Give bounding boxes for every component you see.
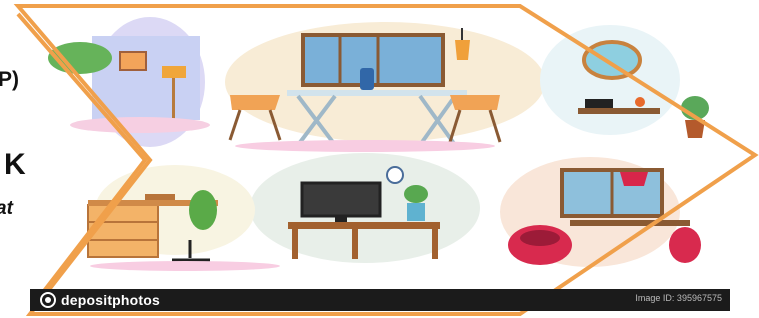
chair-left-icon: [230, 95, 280, 110]
wall-clock-icon: [386, 166, 404, 184]
side-table-icon: [570, 220, 690, 226]
picture-frame-icon: [119, 51, 147, 71]
office-chair-icon: [189, 190, 217, 230]
table-icon: [287, 90, 467, 96]
furniture-banner: [13, 3, 759, 316]
image-id: Image ID: 395967575: [635, 293, 722, 303]
camera-icon: [40, 292, 56, 308]
mirror-icon: [582, 40, 642, 80]
lamp-icon: [162, 66, 186, 78]
depositphotos-logo: depositphotos: [40, 291, 160, 309]
watermark-bar: depositphotos Image ID: 395967575: [30, 289, 730, 311]
tv-console-icon: [288, 222, 440, 229]
desk-drawers-icon: [87, 204, 159, 258]
clock-display-icon: [585, 99, 613, 108]
vase-icon: [360, 68, 374, 90]
pendant-lamp-icon: [620, 172, 648, 186]
sideboard-icon: [578, 108, 660, 114]
hanging-lamp-icon: [455, 40, 470, 60]
tv-icon: [300, 181, 382, 218]
plant-pot-small-icon: [407, 203, 425, 221]
screenshot-canvas: P) K at: [0, 0, 759, 318]
chair-right-icon: [450, 95, 500, 110]
brand-name: depositphotos: [61, 292, 161, 308]
